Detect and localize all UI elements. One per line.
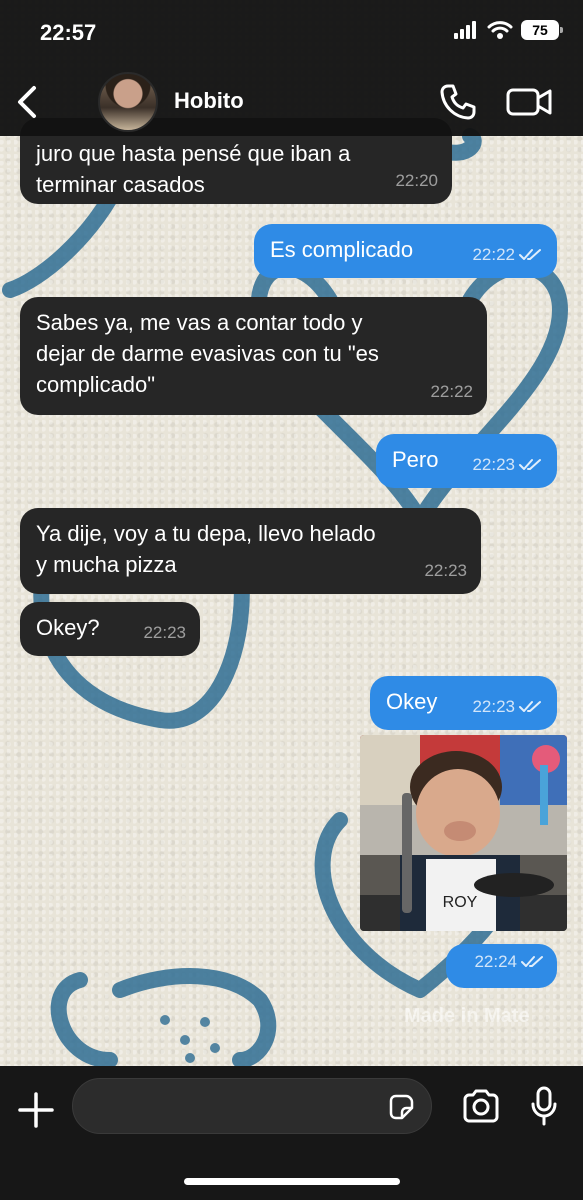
message-time: 22:23 bbox=[424, 561, 467, 580]
apron-text: ROY bbox=[443, 894, 478, 911]
wifi-icon bbox=[487, 21, 513, 39]
signal-icon bbox=[454, 21, 476, 39]
message-incoming[interactable]: Ya dije, voy a tu depa, llevo helado y m… bbox=[20, 508, 481, 594]
battery-indicator: 75 bbox=[521, 20, 563, 40]
message-incoming[interactable]: Sabes ya, me vas a contar todo y dejar d… bbox=[20, 297, 487, 415]
voice-call-button[interactable] bbox=[438, 82, 478, 122]
message-text: Sabes ya, me vas a contar todo y dejar d… bbox=[36, 310, 379, 397]
chat-header: 22:57 75 Hobito bbox=[0, 0, 583, 136]
sticker-icon bbox=[389, 1094, 414, 1120]
message-time: 22:24 bbox=[474, 952, 517, 971]
back-button[interactable] bbox=[10, 80, 44, 124]
message-input[interactable] bbox=[91, 1091, 371, 1121]
message-time: 22:22 bbox=[430, 382, 473, 401]
home-indicator[interactable] bbox=[184, 1178, 400, 1185]
message-outgoing-timestamp[interactable]: 22:24 bbox=[446, 944, 557, 988]
message-meta: 22:23 bbox=[143, 617, 186, 648]
message-time: 22:22 bbox=[472, 245, 515, 264]
contact-name[interactable]: Hobito bbox=[174, 88, 244, 114]
message-outgoing[interactable]: Okey 22:23 bbox=[370, 676, 557, 730]
message-input-box[interactable] bbox=[72, 1078, 432, 1134]
message-time: 22:23 bbox=[472, 697, 515, 716]
watermark: Made in Mate bbox=[404, 1005, 530, 1027]
message-text: juro que hasta pensé que iban a terminar… bbox=[36, 141, 351, 197]
contact-avatar[interactable] bbox=[98, 72, 158, 132]
back-icon bbox=[18, 86, 36, 118]
message-meta: 22:22 bbox=[430, 376, 473, 407]
camera-icon bbox=[463, 1089, 499, 1123]
double-check-icon bbox=[519, 248, 541, 260]
status-time: 22:57 bbox=[40, 20, 97, 45]
message-outgoing[interactable]: Pero 22:23 bbox=[376, 434, 557, 488]
double-check-icon bbox=[519, 458, 541, 470]
video-icon bbox=[506, 88, 552, 116]
message-time: 22:20 bbox=[395, 171, 438, 190]
microphone-button[interactable] bbox=[530, 1086, 558, 1126]
message-meta: 22:20 bbox=[395, 165, 438, 196]
double-check-icon bbox=[519, 700, 541, 712]
attach-button[interactable] bbox=[16, 1090, 56, 1130]
message-text: Ya dije, voy a tu depa, llevo helado y m… bbox=[36, 521, 376, 577]
message-meta: 22:23 bbox=[424, 555, 467, 586]
plus-icon bbox=[18, 1092, 54, 1128]
message-meta: 22:23 bbox=[472, 691, 543, 722]
composer-bar bbox=[0, 1066, 583, 1200]
battery-level: 75 bbox=[532, 22, 548, 38]
message-meta: 22:23 bbox=[472, 449, 543, 480]
mic-icon bbox=[531, 1086, 557, 1126]
message-incoming[interactable]: Okey? 22:23 bbox=[20, 602, 200, 656]
sticker-button[interactable] bbox=[387, 1093, 415, 1121]
message-meta: 22:22 bbox=[472, 239, 543, 270]
message-outgoing[interactable]: Es complicado 22:22 bbox=[254, 224, 557, 278]
message-time: 22:23 bbox=[143, 623, 186, 642]
phone-icon bbox=[440, 84, 476, 120]
camera-button[interactable] bbox=[462, 1088, 500, 1124]
image-message[interactable]: ROY bbox=[360, 735, 567, 931]
crying-kid-image: ROY bbox=[360, 735, 567, 931]
double-check-icon bbox=[521, 955, 543, 967]
status-icons: 75 bbox=[453, 20, 563, 40]
message-meta: 22:24 bbox=[474, 946, 545, 977]
message-time: 22:23 bbox=[472, 455, 515, 474]
video-call-button[interactable] bbox=[506, 86, 552, 118]
